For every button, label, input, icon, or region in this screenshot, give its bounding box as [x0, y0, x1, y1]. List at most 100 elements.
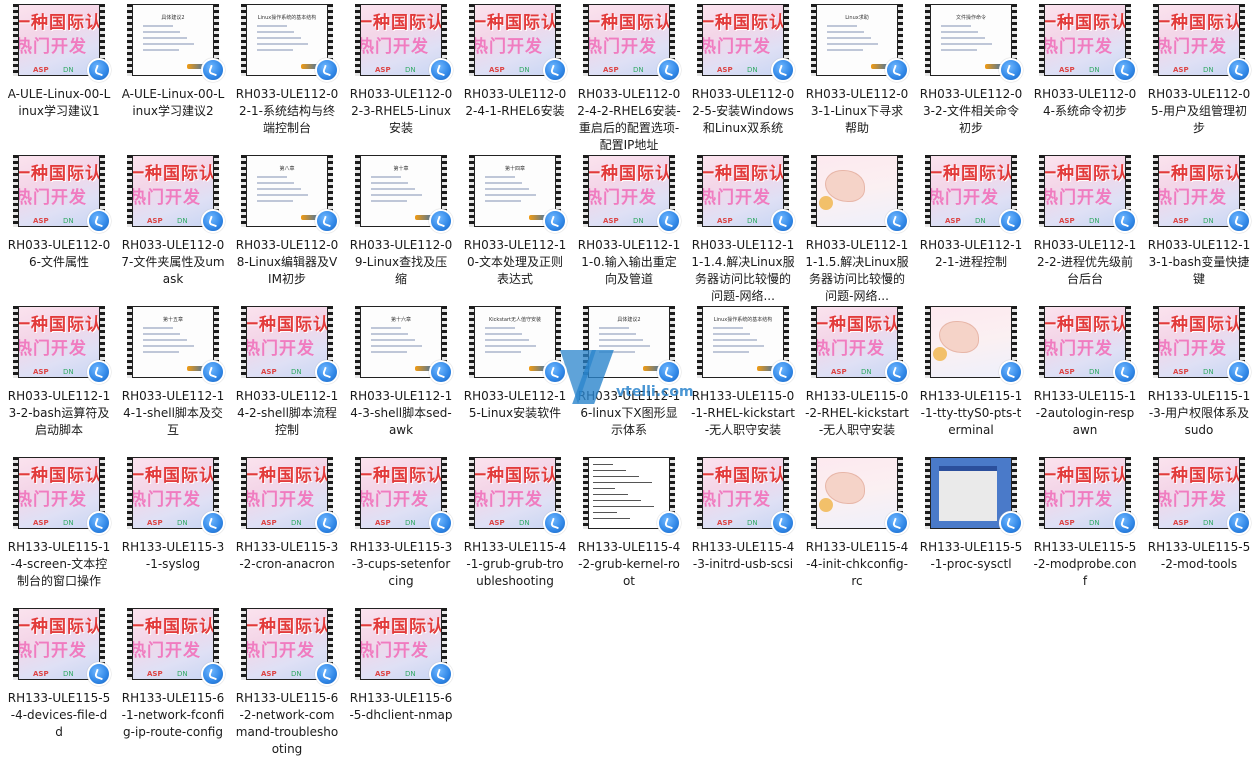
thumbnail-promo-text: ASP — [603, 66, 619, 74]
file-item[interactable]: RH133-ULE115-5-1-proc-sysctl — [914, 457, 1028, 608]
file-item[interactable]: Linux操作系统的基本结构 RH133-ULE115-0-1-RHEL-kick… — [686, 306, 800, 457]
file-item[interactable]: 一种国际认 热门开发 ASP DN RH133-ULE115-6-5-dhclient-… — [344, 608, 458, 758]
file-item[interactable]: 一种国际认 热门开发 ASP DN RH133-ULE115-3-2-cron-anac… — [230, 457, 344, 608]
thumbnail-promo-text: DN — [519, 66, 530, 74]
thumbnail-promo-text: 热门开发 — [19, 37, 87, 57]
file-item[interactable]: 一种国际认 热门开发 ASP DN RH133-ULE115-0-2-RHEL-kick… — [800, 306, 914, 457]
video-thumbnail: 第十章 — [355, 155, 453, 233]
file-item[interactable]: 第十六章 RH033-ULE112-14-3-shell脚本sed-awk — [344, 306, 458, 457]
file-item[interactable]: 一种国际认 热门开发 ASP DN RH033-ULE112-02-5-安装Window… — [686, 4, 800, 155]
file-item[interactable]: 一种国际认 热门开发 ASP DN RH033-ULE112-13-2-bash运算符及… — [2, 306, 116, 457]
thumbnail-promo-text: 一种国际认 — [589, 13, 669, 33]
thumbnail-promo-text: 一种国际认 — [1045, 315, 1125, 335]
thumbnail-promo-text: 热门开发 — [589, 37, 657, 57]
file-item[interactable]: 一种国际认 热门开发 ASP DN RH033-ULE112-07-文件夹属性及umas… — [116, 155, 230, 306]
file-item[interactable]: 一种国际认 热门开发 ASP DN RH033-ULE112-12-2-进程优先级前台后… — [1028, 155, 1142, 306]
file-item[interactable]: 第十五章 RH033-ULE112-14-1-shell脚本及交互 — [116, 306, 230, 457]
slide-text-line — [371, 327, 401, 329]
file-name: RH033-ULE112-06-文件属性 — [7, 238, 111, 269]
file-item[interactable]: 一种国际认 热门开发 ASP DN RH033-ULE112-05-用户及组管理初步 — [1142, 4, 1256, 155]
file-item[interactable]: 一种国际认 热门开发 ASP DN RH133-ULE115-6-1-network-f… — [116, 608, 230, 758]
thumbnail-promo-text: DN — [1089, 368, 1100, 376]
slide-text-line — [599, 351, 635, 353]
thumbnail-promo-text: 热门开发 — [1045, 188, 1113, 208]
file-item[interactable]: 一种国际认 热门开发 ASP DN RH033-ULE112-13-1-bash变量快捷… — [1142, 155, 1256, 306]
file-item[interactable]: 第八章 RH033-ULE112-08-Linux编辑器及VIM初步 — [230, 155, 344, 306]
thumbnail-promo-text: ASP — [261, 670, 277, 678]
shortcut-arrow-icon — [87, 360, 111, 384]
file-item[interactable]: Linux求助 RH033-ULE112-03-1-Linux下寻求帮助 — [800, 4, 914, 155]
thumbnail-promo-text: 一种国际认 — [19, 164, 99, 184]
file-item[interactable]: 一种国际认 热门开发 ASP DN RH133-ULE115-6-2-network-c… — [230, 608, 344, 758]
thumbnail-promo-text: 一种国际认 — [133, 164, 213, 184]
file-item[interactable]: 一种国际认 热门开发 ASP DN RH033-ULE112-02-4-2-RHEL6安… — [572, 4, 686, 155]
thumbnail-promo-text: DN — [291, 519, 302, 527]
file-item[interactable]: 一种国际认 热门开发 ASP DN RH133-ULE115-5-2-mod-tools — [1142, 457, 1256, 608]
file-item[interactable]: 一种国际认 热门开发 ASP DN RH133-ULE115-4-3-initrd-us… — [686, 457, 800, 608]
file-item[interactable]: 一种国际认 热门开发 ASP DN RH033-ULE112-06-文件属性 — [2, 155, 116, 306]
slide-text-line — [257, 182, 294, 184]
slide-text-line — [371, 188, 415, 190]
thumbnail-promo-text: 一种国际认 — [1159, 164, 1239, 184]
filmstrip-edge — [697, 155, 702, 227]
filmstrip-edge — [469, 457, 474, 529]
terminal-text-line — [593, 476, 639, 477]
file-item[interactable]: RH133-ULE115-1-1-tty-ttyS0-pts-terminal — [914, 306, 1028, 457]
file-item[interactable]: 第十章 RH033-ULE112-09-Linux查找及压缩 — [344, 155, 458, 306]
file-item[interactable]: 一种国际认 热门开发 ASP DN RH133-ULE115-4-1-grub-grub… — [458, 457, 572, 608]
thumbnail-promo-text: 热门开发 — [1159, 490, 1227, 510]
video-thumbnail: 一种国际认 热门开发 ASP DN — [355, 457, 453, 535]
slide-text-line — [371, 345, 422, 347]
thumbnail-promo-text: 一种国际认 — [817, 315, 897, 335]
video-thumbnail: 一种国际认 热门开发 ASP DN — [1153, 155, 1251, 233]
file-item[interactable]: 一种国际认 热门开发 ASP DN A-ULE-Linux-00-Linux学习建议1 — [2, 4, 116, 155]
file-item[interactable]: 一种国际认 热门开发 ASP DN RH033-ULE112-12-1-进程控制 — [914, 155, 1028, 306]
file-item[interactable]: 一种国际认 热门开发 ASP DN RH033-ULE112-02-3-RHEL5-Li… — [344, 4, 458, 155]
thumbnail-promo-text: 热门开发 — [703, 188, 771, 208]
thumbnail-promo-text: ASP — [147, 519, 163, 527]
file-item[interactable]: 一种国际认 热门开发 ASP DN RH033-ULE112-02-4-1-RHEL6安… — [458, 4, 572, 155]
file-item[interactable]: 一种国际认 热门开发 ASP DN RH133-ULE115-5-2-modprobe.… — [1028, 457, 1142, 608]
file-item[interactable]: 一种国际认 热门开发 ASP DN RH133-ULE115-1-4-screen-文本… — [2, 457, 116, 608]
file-item[interactable]: 一种国际认 热门开发 ASP DN RH033-ULE112-11-1.4.解决Linu… — [686, 155, 800, 306]
filmstrip-edge — [583, 155, 588, 227]
file-item[interactable]: 一种国际认 热门开发 ASP DN RH133-ULE115-1-3-用户权限体系及su… — [1142, 306, 1256, 457]
thumbnail-promo-text: DN — [1089, 519, 1100, 527]
slide-text-line — [485, 188, 529, 190]
file-item[interactable]: 一种国际认 热门开发 ASP DN RH133-ULE115-1-2autologin-… — [1028, 306, 1142, 457]
file-name: RH033-ULE112-10-文本处理及正则表达式 — [463, 238, 567, 286]
video-thumbnail: 一种国际认 热门开发 ASP DN — [241, 306, 339, 384]
file-item[interactable]: 一种国际认 热门开发 ASP DN RH133-ULE115-5-4-devices-f… — [2, 608, 116, 758]
file-item[interactable]: 具体建议2 A-ULE-Linux-00-Linux学习建议2 — [116, 4, 230, 155]
thumbnail-promo-text: 热门开发 — [133, 188, 201, 208]
file-item[interactable]: RH133-ULE115-4-2-grub-kernel-root — [572, 457, 686, 608]
file-item[interactable]: 一种国际认 热门开发 ASP DN RH033-ULE112-11-0.输入输出重定向及… — [572, 155, 686, 306]
file-item[interactable]: 一种国际认 热门开发 ASP DN RH133-ULE115-3-1-syslog — [116, 457, 230, 608]
shortcut-arrow-icon — [999, 360, 1023, 384]
filmstrip-edge — [355, 608, 360, 680]
filmstrip-edge — [1039, 4, 1044, 76]
slide-text-line — [485, 339, 529, 341]
filmstrip-edge — [241, 306, 246, 378]
file-name: RH033-ULE112-09-Linux查找及压缩 — [349, 238, 453, 286]
file-item[interactable]: 具体建议2 RH033-ULE112-16-linux下X图形显示体系 — [572, 306, 686, 457]
thumbnail-promo-text: ASP — [489, 66, 505, 74]
file-item[interactable]: RH133-ULE115-4-4-init-chkconfig-rc — [800, 457, 914, 608]
thumbnail-promo-text: 热门开发 — [475, 37, 543, 57]
file-item[interactable]: Kickstart无人值守安装 RH033-ULE112-15-Linux安装软件 — [458, 306, 572, 457]
file-name: RH033-ULE112-07-文件夹属性及umask — [121, 238, 225, 286]
file-name: RH133-ULE115-4-3-initrd-usb-scsi — [691, 540, 795, 571]
thumbnail-promo-text: 一种国际认 — [19, 466, 99, 486]
thumbnail-promo-text: 一种国际认 — [1159, 13, 1239, 33]
file-item[interactable]: 文件操作命令 RH033-ULE112-03-2-文件相关命令初步 — [914, 4, 1028, 155]
file-item[interactable]: 第十四章 RH033-ULE112-10-文本处理及正则表达式 — [458, 155, 572, 306]
file-item[interactable]: 一种国际认 热门开发 ASP DN RH033-ULE112-04-系统命令初步 — [1028, 4, 1142, 155]
thumbnail-promo-text: DN — [633, 217, 644, 225]
file-item[interactable]: 一种国际认 热门开发 ASP DN RH133-ULE115-3-3-cups-sete… — [344, 457, 458, 608]
file-item[interactable]: 一种国际认 热门开发 ASP DN RH033-ULE112-14-2-shell脚本流… — [230, 306, 344, 457]
file-name: RH133-ULE115-6-2-network-command-trouble… — [235, 691, 339, 756]
video-thumbnail: 具体建议2 — [127, 4, 225, 82]
file-item[interactable]: RH033-ULE112-11-1.5.解决Linux服务器访问比较慢的问题-网… — [800, 155, 914, 306]
thumbnail-promo-text: 热门开发 — [247, 641, 315, 661]
file-item[interactable]: Linux操作系统的基本结构 RH033-ULE112-02-1-系统结构与终端控… — [230, 4, 344, 155]
